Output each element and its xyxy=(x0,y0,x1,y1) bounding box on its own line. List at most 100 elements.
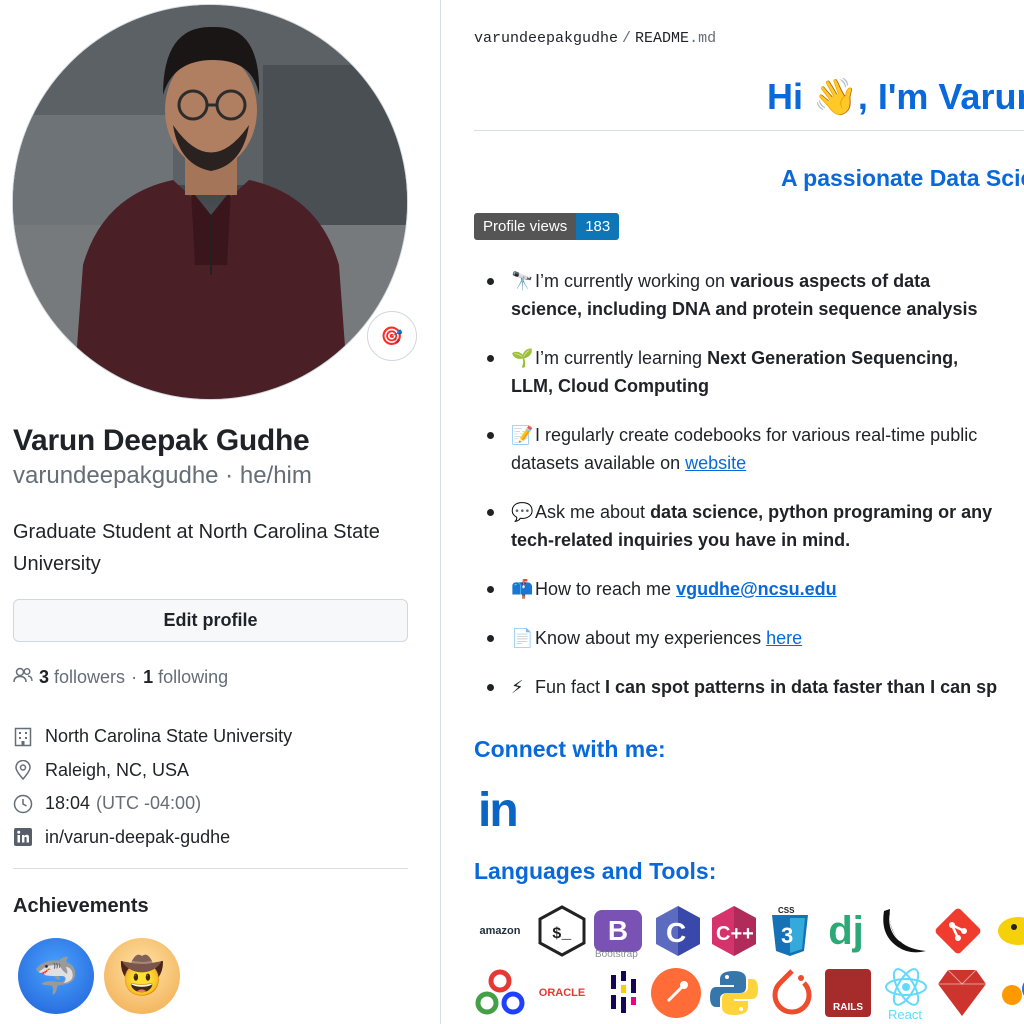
location-pin-icon xyxy=(12,759,34,781)
achievement-glyph: 🤠 xyxy=(119,955,165,996)
aws-label: amazon xyxy=(479,925,521,937)
telescope-icon: 🔭 xyxy=(511,271,534,291)
readme-rule xyxy=(474,130,1024,131)
website-link[interactable]: website xyxy=(685,453,746,473)
readme-subheading: A passionate Data Scie xyxy=(781,165,1024,191)
oracle-icon[interactable]: ORACLE xyxy=(532,967,592,1019)
readme-breadcrumb: varundeepakgudhe / README.md xyxy=(474,30,716,47)
bash-icon[interactable]: $_ xyxy=(536,905,588,957)
list-item: 🌱I’m currently learning Next Generation … xyxy=(487,344,1024,400)
fact-text: Ask me about xyxy=(535,502,651,522)
clock-icon xyxy=(12,793,34,815)
cowboy-badge-icon[interactable]: 🤠 xyxy=(104,938,180,1014)
aws-icon[interactable]: amazon xyxy=(474,905,526,957)
detail-local-time: 18:04 (UTC -04:00) xyxy=(12,787,412,821)
svg-text:3: 3 xyxy=(781,923,793,948)
experiences-link[interactable]: here xyxy=(766,628,802,648)
breadcrumb-user[interactable]: varundeepakgudhe xyxy=(474,30,618,47)
linkedin-link[interactable]: in/varun-deepak-gudhe xyxy=(45,827,230,848)
follow-stats: 3 followers · 1 following xyxy=(13,667,228,688)
profile-bio: Graduate Student at North Carolina State… xyxy=(13,521,380,575)
speech-bubble-icon: 💬 xyxy=(511,502,534,522)
edit-profile-button[interactable]: Edit profile xyxy=(13,599,408,642)
followers-count: 3 xyxy=(39,667,50,687)
kubeflow-icon[interactable] xyxy=(474,967,526,1019)
pandas-icon[interactable] xyxy=(598,967,650,1019)
breadcrumb-separator: / xyxy=(622,30,632,47)
linkedin-logo-icon[interactable]: in xyxy=(478,783,519,838)
achievements-title[interactable]: Achievements xyxy=(13,895,149,918)
git-icon[interactable] xyxy=(932,905,984,957)
c-language-icon[interactable]: C xyxy=(652,905,704,957)
django-icon[interactable]: dj xyxy=(820,905,872,957)
local-time-text: 18:04 xyxy=(45,793,91,814)
fact-text: I regularly create codebooks for various… xyxy=(535,425,978,445)
hadoop-icon[interactable] xyxy=(988,905,1024,957)
rails-label: RAILS xyxy=(825,969,871,1017)
fact-text: Know about my experiences xyxy=(535,628,767,648)
breadcrumb-file[interactable]: README xyxy=(635,30,689,47)
detail-linkedin[interactable]: in/varun-deepak-gudhe xyxy=(12,821,412,855)
ruby-icon[interactable] xyxy=(936,967,988,1019)
follow-separator: · xyxy=(131,667,138,687)
bootstrap-caption: Bootstrap xyxy=(595,949,638,960)
sidebar-divider xyxy=(13,868,408,869)
seedling-icon: 🌱 xyxy=(511,348,534,368)
location-text: Raleigh, NC, USA xyxy=(45,759,190,780)
list-item: 🔭I’m currently working on various aspect… xyxy=(487,267,1024,323)
avatar-container: 🎯 xyxy=(12,4,417,400)
detail-location: Raleigh, NC, USA xyxy=(12,754,412,788)
fact-bold-line2: LLM, Cloud Computing xyxy=(511,376,709,396)
cplusplus-icon[interactable]: C++ xyxy=(708,905,760,957)
following-link[interactable]: 1 following xyxy=(143,667,228,688)
css-glyph: CSS xyxy=(778,906,795,915)
status-emoji-button[interactable]: 🎯 xyxy=(367,311,417,361)
breadcrumb-extension: .md xyxy=(689,30,717,47)
bootstrap-letter: B xyxy=(594,910,642,952)
list-item: 📄Know about my experiences here xyxy=(487,624,1024,652)
fact-bold: various aspects of data xyxy=(730,271,931,291)
fact-text: I’m currently working on xyxy=(535,271,731,291)
readme-facts-list: 🔭I’m currently working on various aspect… xyxy=(487,267,1024,701)
fact-bold-line2: tech-related inquiries you have in mind. xyxy=(511,530,851,550)
email-link[interactable]: vgudhe@ncsu.edu xyxy=(676,579,837,599)
document-icon: 📄 xyxy=(511,628,534,648)
profile-views-badge[interactable]: Profile views 183 xyxy=(474,213,620,240)
linkedin-icon xyxy=(12,826,34,848)
organization-text: North Carolina State University xyxy=(45,726,293,747)
fact-text: Fun fact xyxy=(535,677,606,697)
list-item: 📫How to reach me vgudhe@ncsu.edu xyxy=(487,575,1024,603)
timezone-text: (UTC -04:00) xyxy=(96,793,202,814)
react-caption: React xyxy=(888,1007,922,1022)
followers-label: followers xyxy=(54,667,126,687)
rails-icon[interactable]: RAILS xyxy=(822,967,874,1019)
followers-link[interactable]: 3 followers xyxy=(39,667,125,688)
profile-views-count: 183 xyxy=(576,213,620,240)
lightning-icon: ⚡ xyxy=(511,677,524,697)
svg-text:$_: $_ xyxy=(552,925,572,943)
fact-text-line2: datasets available on xyxy=(511,453,686,473)
fact-bold: I can spot patterns in data faster than … xyxy=(605,677,998,697)
following-label: following xyxy=(158,667,229,687)
pytorch-icon[interactable] xyxy=(766,967,818,1019)
detail-organization: North Carolina State University xyxy=(12,720,412,754)
list-item: ⚡ Fun fact I can spot patterns in data fa… xyxy=(487,673,1024,701)
shark-badge-icon[interactable]: 🦈 xyxy=(18,938,94,1014)
css3-icon[interactable]: CSS 3 xyxy=(764,905,816,957)
fact-bold: Next Generation Sequencing, xyxy=(707,348,959,368)
profile-details: North Carolina State University Raleigh,… xyxy=(12,720,412,854)
achievement-glyph: 🦈 xyxy=(33,955,79,996)
profile-sidebar: 🎯 Varun Deepak Gudhe varundeepakgudhe · … xyxy=(0,0,441,1024)
avatar-photo xyxy=(13,5,407,399)
avatar[interactable] xyxy=(12,4,408,400)
readme-panel: varundeepakgudhe / README.md Hi 👋, I'm Var… xyxy=(441,0,1024,1024)
python-icon[interactable] xyxy=(708,967,760,1019)
list-item: 📝I regularly create codebooks for variou… xyxy=(487,421,1024,477)
more-tools-icon[interactable] xyxy=(994,967,1024,1019)
connect-heading: Connect with me: xyxy=(474,736,666,762)
readme-heading: Hi 👋, I'm Varun xyxy=(767,76,1024,117)
following-count: 1 xyxy=(143,667,154,687)
postman-icon[interactable] xyxy=(650,967,702,1019)
cpp-glyph: C++ xyxy=(716,923,754,945)
flask-icon[interactable] xyxy=(876,905,928,957)
